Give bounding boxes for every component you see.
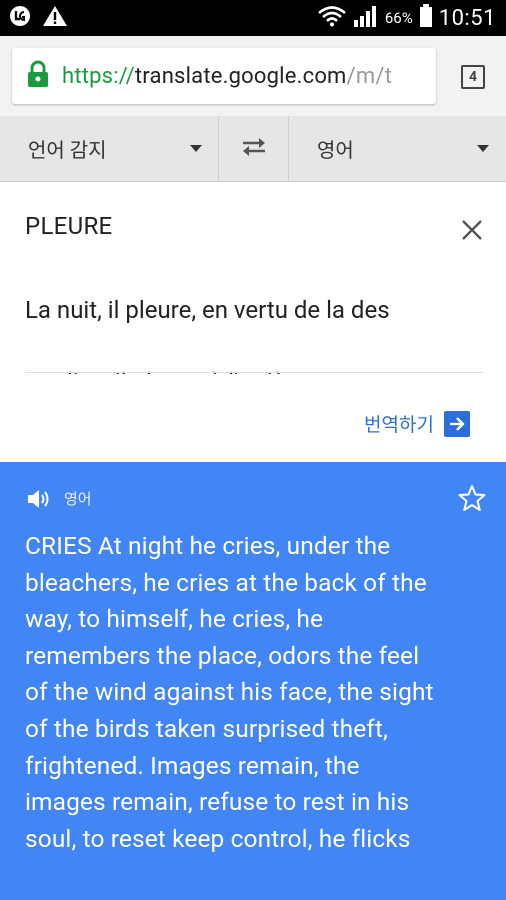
tab-switcher-button[interactable]: 4 bbox=[461, 65, 485, 89]
warning-icon bbox=[42, 4, 68, 32]
chevron-down-icon bbox=[190, 145, 202, 152]
url-text: https://translate.google.com/m/t bbox=[62, 64, 392, 89]
url-scheme: https:// bbox=[62, 63, 135, 89]
target-language-label: 영어 bbox=[317, 138, 354, 162]
translated-text: CRIES At night he cries, under the bleac… bbox=[25, 531, 434, 853]
signal-icon bbox=[353, 4, 379, 32]
source-language-label: 언어 감지 bbox=[28, 138, 107, 162]
language-bar: 언어 감지 영어 bbox=[0, 116, 506, 182]
target-language-dropdown[interactable]: 영어 bbox=[289, 116, 506, 181]
source-input-panel[interactable]: PLEURE La nuit, il pleure, en vertu de l… bbox=[0, 182, 506, 462]
translation-result-card: 영어 CRIES At night he cries, under the bl… bbox=[0, 462, 506, 900]
translate-button[interactable]: 번역하기 bbox=[364, 410, 470, 437]
swap-icon bbox=[239, 136, 269, 162]
lg-icon bbox=[8, 4, 32, 32]
battery-icon bbox=[419, 4, 433, 32]
clear-input-button[interactable] bbox=[456, 214, 488, 246]
source-language-dropdown[interactable]: 언어 감지 bbox=[0, 116, 219, 181]
wifi-icon bbox=[317, 5, 347, 31]
url-path: /m/t bbox=[346, 63, 393, 89]
url-bar[interactable]: https://translate.google.com/m/t bbox=[12, 48, 436, 104]
battery-percent: 66% bbox=[384, 9, 413, 27]
divider bbox=[25, 372, 483, 373]
clock: 10:51 bbox=[438, 5, 496, 31]
result-language-label: 영어 bbox=[64, 490, 92, 508]
arrow-right-icon bbox=[443, 410, 470, 437]
browser-toolbar: https://translate.google.com/m/t 4 bbox=[0, 36, 506, 116]
speaker-icon[interactable] bbox=[26, 486, 52, 512]
url-host: translate.google.com bbox=[134, 63, 347, 89]
source-text-input[interactable]: La nuit, il pleure, en vertu de la des g… bbox=[25, 274, 465, 374]
source-text-title: PLEURE bbox=[25, 212, 113, 240]
translate-label: 번역하기 bbox=[364, 413, 434, 436]
star-icon[interactable] bbox=[458, 484, 486, 512]
swap-languages-button[interactable] bbox=[219, 116, 289, 181]
close-icon bbox=[456, 220, 488, 250]
lock-icon bbox=[26, 60, 50, 92]
chevron-down-icon bbox=[477, 145, 489, 152]
status-bar: 66% 10:51 bbox=[0, 0, 506, 36]
